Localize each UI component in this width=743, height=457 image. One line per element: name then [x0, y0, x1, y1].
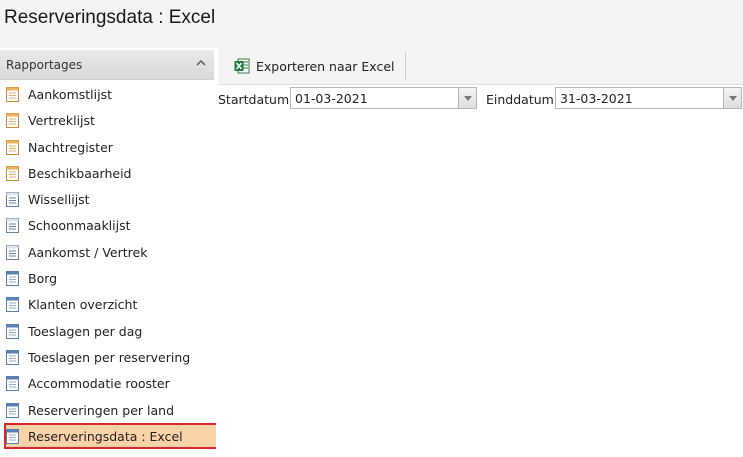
title-bar: Reserveringsdata : Excel [0, 0, 743, 48]
report-blue-icon [6, 323, 19, 339]
sidebar-item-label: Wissellijst [28, 192, 90, 208]
sidebar: Rapportages Aankomstlijst Vertreklijst Nac… [0, 48, 216, 457]
sidebar-item[interactable]: Schoonmaaklijst [0, 212, 216, 238]
report-orange-icon [6, 165, 19, 181]
report-blue-icon [6, 428, 19, 444]
sidebar-item[interactable]: Reserveringsdata : Excel [4, 422, 216, 450]
sidebar-item[interactable]: Nachtregister [0, 134, 216, 160]
report-blue-icon [6, 349, 19, 365]
report-blue-icon [6, 271, 19, 287]
sidebar-list: Aankomstlijst Vertreklijst Nachtregister Be… [0, 81, 216, 450]
export-button-label: Exporteren naar Excel [256, 59, 395, 74]
sidebar-item[interactable]: Borg [0, 265, 216, 291]
report-orange-icon [6, 87, 19, 102]
excel-icon [234, 58, 250, 74]
sidebar-item-label: Toeslagen per reservering [28, 349, 191, 365]
end-date-label: Einddatum [486, 92, 554, 107]
sidebar-item[interactable]: Accommodatie rooster [0, 370, 216, 396]
chevron-down-icon [729, 96, 737, 101]
sidebar-item[interactable]: Toeslagen per dag [0, 318, 216, 344]
sidebar-item-label: Toeslagen per dag [28, 323, 143, 339]
start-date-field[interactable]: 01-03-2021 [290, 87, 477, 109]
report-blue-icon [6, 402, 19, 418]
sidebar-item[interactable]: Vertreklijst [0, 107, 216, 133]
sidebar-item[interactable]: Aankomstlijst [0, 81, 216, 107]
sidebar-item-label: Beschikbaarheid [28, 165, 132, 181]
sidebar-item-label: Klanten overzicht [28, 297, 138, 313]
sidebar-item[interactable]: Aankomst / Vertrek [0, 239, 216, 265]
sidebar-item-label: Nachtregister [28, 139, 113, 155]
sidebar-item[interactable]: Klanten overzicht [0, 291, 216, 317]
toolbar: Exporteren naar Excel [218, 48, 743, 85]
report-list-icon [6, 192, 19, 208]
chevron-up-icon[interactable] [196, 58, 206, 68]
end-date-field[interactable]: 31-03-2021 [555, 87, 742, 109]
sidebar-item-label: Schoonmaaklijst [28, 218, 131, 234]
start-date-value: 01-03-2021 [295, 91, 368, 106]
start-date-label: Startdatum [218, 92, 290, 107]
sidebar-item[interactable]: Wissellijst [0, 186, 216, 212]
report-orange-icon [6, 139, 19, 155]
sidebar-item-label: Reserveringsdata : Excel [28, 428, 183, 444]
chevron-down-icon [464, 96, 472, 101]
export-excel-button[interactable]: Exporteren naar Excel [224, 52, 406, 80]
sidebar-item[interactable]: Beschikbaarheid [0, 160, 216, 186]
sidebar-item[interactable]: Reserveringen per land [0, 397, 216, 423]
sidebar-item-label: Vertreklijst [28, 113, 95, 129]
sidebar-item[interactable]: Toeslagen per reservering [0, 344, 216, 370]
sidebar-item-label: Reserveringen per land [28, 402, 175, 418]
report-orange-icon [6, 113, 19, 129]
end-date-dropdown-trigger[interactable] [723, 88, 741, 108]
report-list-icon [6, 244, 19, 260]
sidebar-header[interactable]: Rapportages [0, 50, 214, 80]
end-date-value: 31-03-2021 [560, 91, 633, 106]
sidebar-item-label: Aankomst / Vertrek [28, 244, 148, 260]
sidebar-item-label: Borg [28, 271, 58, 287]
report-blue-icon [6, 297, 19, 313]
sidebar-header-label: Rapportages [6, 58, 83, 72]
page-title: Reserveringsdata : Excel [4, 7, 216, 28]
report-list-icon [6, 218, 19, 234]
sidebar-item-label: Aankomstlijst [28, 87, 112, 102]
report-blue-icon [6, 376, 19, 392]
start-date-dropdown-trigger[interactable] [458, 88, 476, 108]
sidebar-item-label: Accommodatie rooster [28, 376, 170, 392]
